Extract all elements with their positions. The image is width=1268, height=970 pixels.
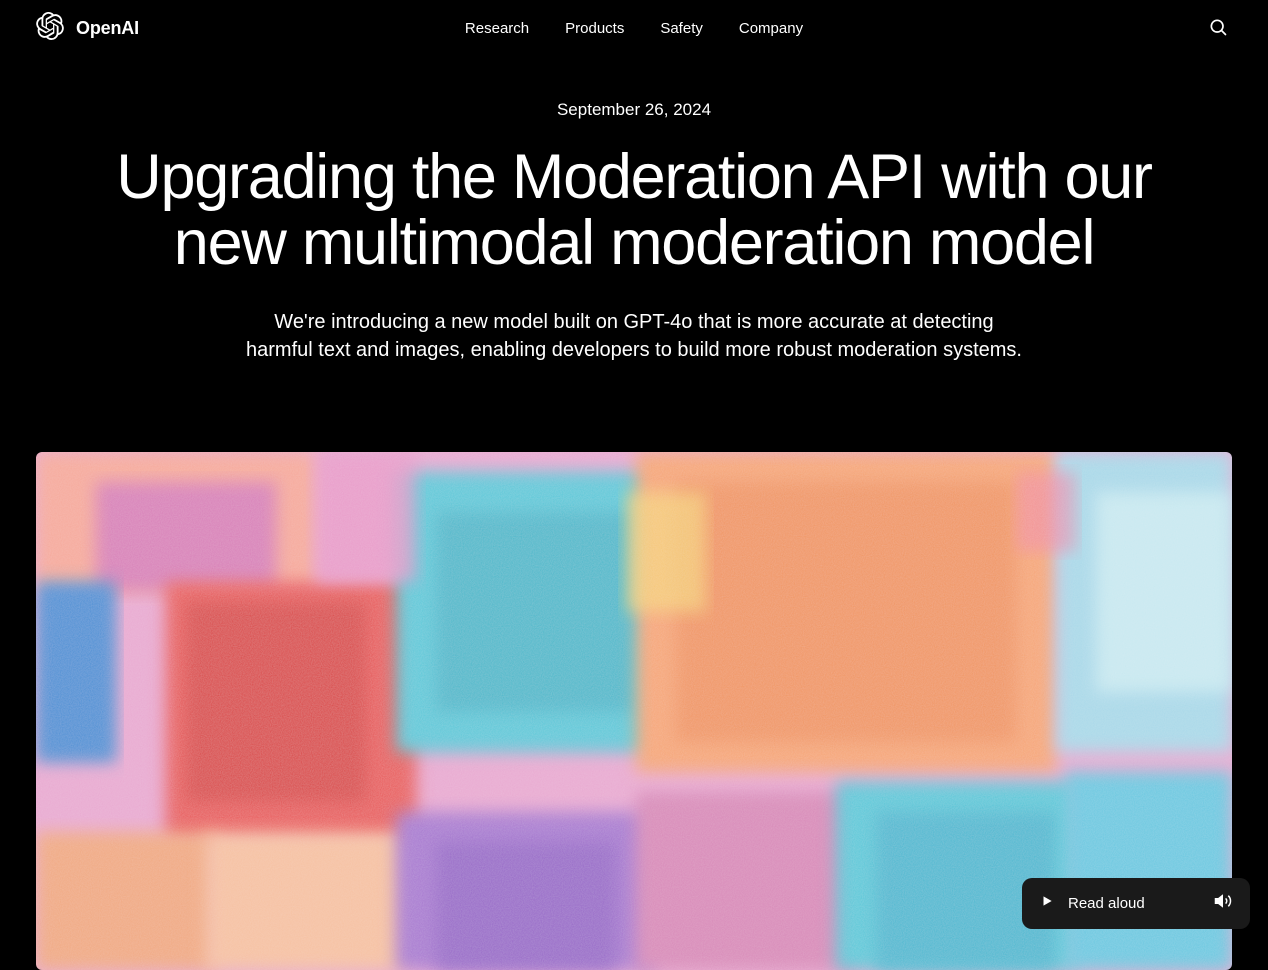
search-button[interactable]: [1204, 13, 1232, 44]
nav-research[interactable]: Research: [465, 20, 529, 37]
brand-logo-link[interactable]: OpenAI: [36, 12, 139, 45]
volume-icon: [1214, 892, 1232, 915]
read-aloud-left: Read aloud: [1040, 894, 1145, 913]
brand-name: OpenAI: [76, 18, 139, 39]
nav-products[interactable]: Products: [565, 20, 624, 37]
openai-logo-icon: [36, 12, 64, 45]
main-nav: Research Products Safety Company: [465, 20, 803, 37]
article-content: September 26, 2024 Upgrading the Moderat…: [0, 56, 1268, 970]
article-subtitle: We're introducing a new model built on G…: [244, 308, 1024, 364]
read-aloud-label: Read aloud: [1068, 895, 1145, 912]
site-header: OpenAI Research Products Safety Company: [0, 0, 1268, 56]
article-date: September 26, 2024: [0, 100, 1268, 120]
article-title: Upgrading the Moderation API with our ne…: [84, 144, 1184, 276]
nav-company[interactable]: Company: [739, 20, 803, 37]
play-icon: [1040, 894, 1054, 913]
nav-safety[interactable]: Safety: [660, 20, 703, 37]
read-aloud-widget[interactable]: Read aloud: [1022, 878, 1250, 929]
search-icon: [1208, 17, 1228, 40]
